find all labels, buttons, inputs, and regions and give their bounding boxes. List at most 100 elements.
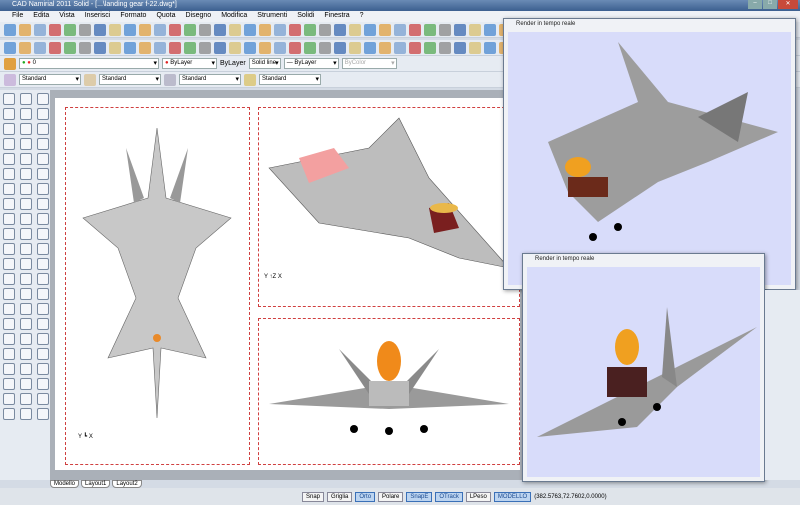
tool-icon[interactable] [20, 378, 32, 390]
tool-icon[interactable] [37, 363, 49, 375]
menu-quota[interactable]: Quota [156, 12, 175, 22]
toolbar-tool-icon[interactable] [124, 23, 136, 36]
tool-icon[interactable] [3, 213, 15, 225]
tool-icon[interactable] [20, 273, 32, 285]
tool-icon[interactable] [3, 168, 15, 180]
tool-icon[interactable] [37, 213, 49, 225]
toolbar-tool-icon[interactable] [259, 41, 271, 54]
toolbar-tool-icon[interactable] [139, 41, 151, 54]
toolbar-tool-icon[interactable] [424, 23, 436, 36]
tool-icon[interactable] [3, 123, 15, 135]
toolbar-tool-icon[interactable] [184, 41, 196, 54]
tool-icon[interactable] [37, 333, 49, 345]
toolbar-tool-icon[interactable] [349, 41, 361, 54]
toolbar-tool-icon[interactable] [169, 41, 181, 54]
toolbar-tool-icon[interactable] [79, 23, 91, 36]
tool-icon[interactable] [37, 393, 49, 405]
toolbar-tool-icon[interactable] [109, 23, 121, 36]
toolbar-tool-icon[interactable] [394, 23, 406, 36]
toolbar-tool-icon[interactable] [244, 23, 256, 36]
tool-icon[interactable] [20, 333, 32, 345]
tool-icon[interactable] [37, 303, 49, 315]
text-style-dropdown[interactable]: Standard [19, 74, 81, 85]
table-style-dropdown[interactable]: Standard [179, 74, 241, 85]
tool-icon[interactable] [20, 228, 32, 240]
table-style-icon[interactable] [164, 73, 176, 86]
menu-strumenti[interactable]: Strumenti [257, 12, 287, 22]
tool-icon[interactable] [37, 123, 49, 135]
tool-icon[interactable] [20, 183, 32, 195]
tool-icon[interactable] [3, 393, 15, 405]
viewport-top-view[interactable]: Y ┗ X [65, 107, 250, 465]
tool-icon[interactable] [3, 333, 15, 345]
toolbar-tool-icon[interactable] [439, 41, 451, 54]
toolbar-tool-icon[interactable] [364, 41, 376, 54]
toolbar-tool-icon[interactable] [439, 23, 451, 36]
tool-icon[interactable] [37, 408, 49, 420]
color-dropdown[interactable]: ● ByLayer [162, 58, 217, 69]
tab-modello[interactable]: Modello [50, 480, 80, 488]
toolbar-tool-icon[interactable] [394, 41, 406, 54]
toolbar-tool-icon[interactable] [154, 23, 166, 36]
tool-icon[interactable] [3, 288, 15, 300]
tool-icon[interactable] [3, 258, 15, 270]
tab-layout2[interactable]: Layout2 [112, 480, 142, 488]
tool-icon[interactable] [20, 318, 32, 330]
layer-dropdown[interactable]: ● ● 0 [19, 58, 159, 69]
toolbar-tool-icon[interactable] [94, 23, 106, 36]
toolbar-tool-icon[interactable] [334, 41, 346, 54]
toolbar-tool-icon[interactable] [169, 23, 181, 36]
tool-icon[interactable] [3, 273, 15, 285]
tool-icon[interactable] [37, 258, 49, 270]
toolbar-tool-icon[interactable] [49, 41, 61, 54]
toolbar-tool-icon[interactable] [274, 41, 286, 54]
tool-icon[interactable] [3, 363, 15, 375]
toolbar-tool-icon[interactable] [364, 23, 376, 36]
tool-icon[interactable] [37, 93, 49, 105]
toolbar-tool-icon[interactable] [289, 41, 301, 54]
tool-icon[interactable] [37, 183, 49, 195]
menu-formato[interactable]: Formato [120, 12, 146, 22]
tool-icon[interactable] [3, 408, 15, 420]
toolbar-tool-icon[interactable] [19, 41, 31, 54]
status-toggle-otrack[interactable]: OTrack [435, 491, 463, 502]
toolbar-tool-icon[interactable] [484, 23, 496, 36]
menu-disegno[interactable]: Disegno [186, 12, 212, 22]
toolbar-tool-icon[interactable] [34, 41, 46, 54]
toolbar-tool-icon[interactable] [304, 41, 316, 54]
toolbar-tool-icon[interactable] [19, 23, 31, 36]
toolbar-tool-icon[interactable] [229, 41, 241, 54]
tool-icon[interactable] [37, 138, 49, 150]
plotstyle-dropdown[interactable]: ByColor [341, 58, 397, 69]
toolbar-tool-icon[interactable] [139, 23, 151, 36]
tool-icon[interactable] [20, 138, 32, 150]
tool-icon[interactable] [37, 153, 49, 165]
status-toggle-snape[interactable]: SnapE [406, 491, 433, 502]
dim-style-icon[interactable] [84, 73, 96, 86]
status-toggle-griglia[interactable]: Griglia [327, 491, 353, 502]
toolbar-tool-icon[interactable] [214, 23, 226, 36]
toolbar-tool-icon[interactable] [379, 41, 391, 54]
tool-icon[interactable] [3, 108, 15, 120]
toolbar-tool-icon[interactable] [259, 23, 271, 36]
tool-icon[interactable] [37, 228, 49, 240]
tool-icon[interactable] [37, 198, 49, 210]
tool-icon[interactable] [20, 258, 32, 270]
tool-icon[interactable] [20, 198, 32, 210]
tool-icon[interactable] [3, 228, 15, 240]
dim-style-dropdown[interactable]: Standard [99, 74, 161, 85]
toolbar-tool-icon[interactable] [124, 41, 136, 54]
toolbar-tool-icon[interactable] [454, 41, 466, 54]
tool-icon[interactable] [3, 348, 15, 360]
tool-icon[interactable] [20, 408, 32, 420]
status-toggle-orto[interactable]: Orto [355, 491, 376, 502]
toolbar-tool-icon[interactable] [49, 23, 61, 36]
tool-icon[interactable] [20, 393, 32, 405]
viewport-front-view[interactable] [258, 318, 520, 465]
tool-icon[interactable] [20, 153, 32, 165]
toolbar-tool-icon[interactable] [244, 41, 256, 54]
layer-manager-icon[interactable] [4, 57, 16, 70]
tool-icon[interactable] [20, 303, 32, 315]
tool-icon[interactable] [3, 93, 15, 105]
tool-icon[interactable] [37, 108, 49, 120]
